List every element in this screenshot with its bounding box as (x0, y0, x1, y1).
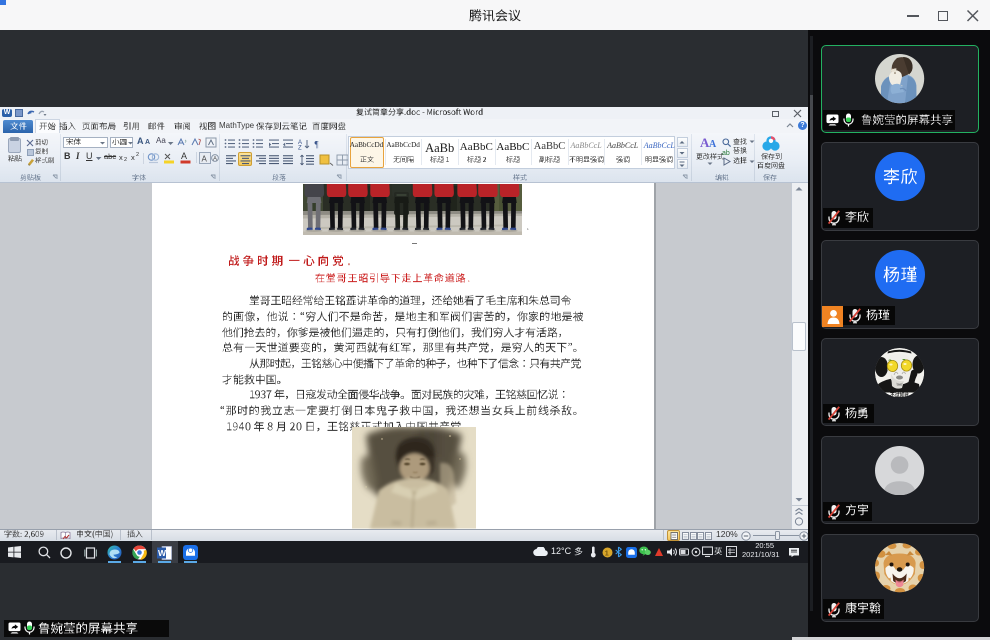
svg-text:Z: Z (298, 146, 302, 151)
svg-text:W: W (158, 548, 167, 558)
svg-text:A: A (181, 151, 187, 161)
svg-text:¶: ¶ (315, 140, 319, 150)
svg-text:A: A (202, 155, 208, 164)
svg-text:A: A (213, 157, 217, 163)
svg-text:1: 1 (605, 548, 609, 557)
svg-text:ab: ab (722, 150, 730, 157)
